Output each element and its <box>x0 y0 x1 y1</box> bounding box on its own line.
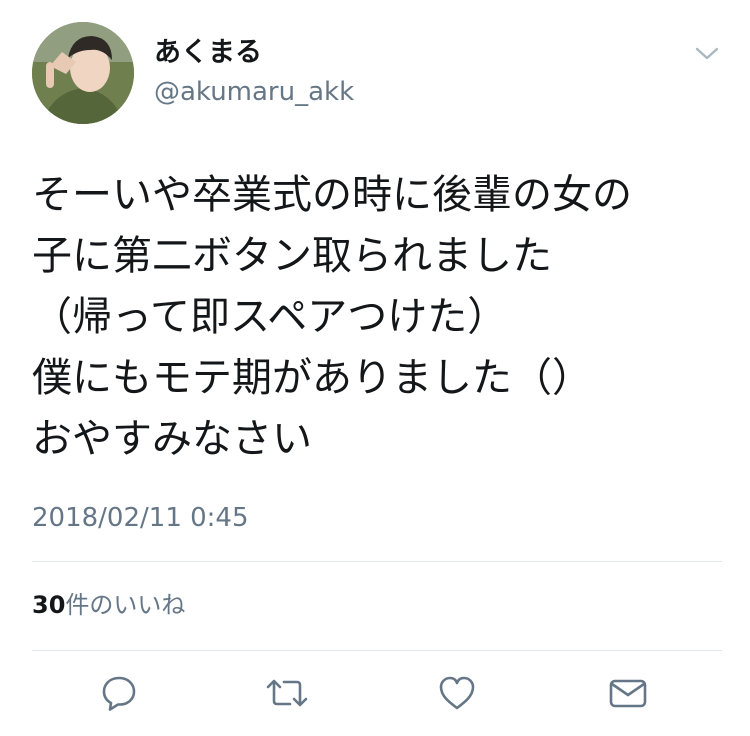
tweet-text-line: おやすみなさい <box>32 416 312 462</box>
heart-icon <box>439 676 475 710</box>
like-button[interactable] <box>432 668 482 718</box>
user-handle[interactable]: @akumaru_akk <box>154 76 354 108</box>
avatar[interactable] <box>32 22 134 124</box>
divider <box>32 650 722 651</box>
envelope-icon <box>609 679 647 708</box>
likes-label: 件のいいね <box>65 591 186 619</box>
tweet-text-line: 僕にもモテ期がありました（） <box>32 355 592 401</box>
avatar-image <box>32 22 134 124</box>
tweet-text-line: 子に第二ボタン取られました <box>32 233 552 279</box>
user-display-name[interactable]: あくまる <box>154 36 262 70</box>
tweet-action-bar <box>0 668 750 720</box>
reply-button[interactable] <box>94 668 144 718</box>
retweet-icon <box>266 679 308 707</box>
likes-count: 30 <box>32 591 66 619</box>
reply-icon <box>102 676 136 711</box>
likes-stat[interactable]: 30件のいいね <box>32 588 185 622</box>
tweet-text-line: そーいや卒業式の時に後輩の女の <box>32 172 632 218</box>
direct-message-button[interactable] <box>603 668 653 718</box>
divider <box>32 561 722 562</box>
retweet-button[interactable] <box>262 668 312 718</box>
tweet-timestamp[interactable]: 2018/02/11 0:45 <box>32 500 249 536</box>
tweet-text: そーいや卒業式の時に後輩の女の 子に第二ボタン取られました （帰って即スペアつけ… <box>32 165 722 470</box>
tweet-header: あくまる @akumaru_akk <box>32 20 722 128</box>
chevron-down-icon[interactable] <box>692 44 722 64</box>
tweet-text-line: （帰って即スペアつけた） <box>32 294 508 340</box>
